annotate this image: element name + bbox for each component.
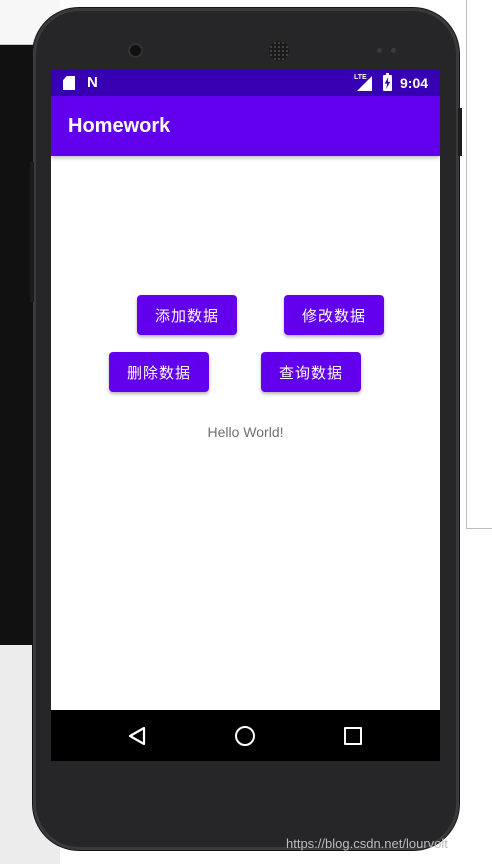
power-button[interactable] xyxy=(458,108,462,156)
app-title: Homework xyxy=(68,115,171,137)
proximity-sensor xyxy=(377,48,382,53)
update-data-button[interactable]: 修改数据 xyxy=(284,295,384,335)
n-notification-icon: N xyxy=(87,74,98,91)
delete-data-button[interactable]: 删除数据 xyxy=(109,352,209,392)
navigation-bar xyxy=(51,710,440,761)
earpiece-speaker xyxy=(269,41,289,61)
watermark: https://blog.csdn.net/lourvolt xyxy=(286,836,448,851)
query-data-button[interactable]: 查询数据 xyxy=(261,352,361,392)
desktop-side-panel xyxy=(466,0,492,529)
battery-charging-icon xyxy=(383,73,392,91)
home-icon[interactable] xyxy=(235,726,255,746)
hello-world-text: Hello World! xyxy=(207,424,284,440)
status-clock: 9:04 xyxy=(400,75,429,91)
back-icon[interactable] xyxy=(128,726,146,746)
network-type-label: LTE xyxy=(354,74,367,81)
charging-bolt-icon xyxy=(384,77,391,89)
recents-icon[interactable] xyxy=(344,727,362,745)
status-bar: N LTE 9:04 xyxy=(51,70,440,96)
add-data-button[interactable]: 添加数据 xyxy=(137,295,237,335)
device-screen: N LTE 9:04 Homework 添加数据 修改数据 删除数据 查询数据 … xyxy=(51,70,440,761)
app-bar: Homework xyxy=(51,96,440,156)
volume-rocker[interactable] xyxy=(30,162,34,302)
light-sensor xyxy=(391,48,396,53)
sd-card-icon xyxy=(63,76,75,90)
front-camera xyxy=(130,45,141,56)
